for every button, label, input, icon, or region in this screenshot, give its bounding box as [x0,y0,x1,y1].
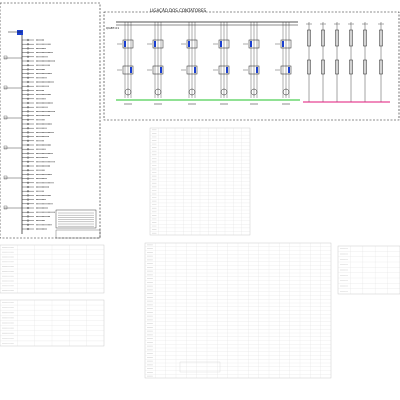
feeder-row [22,118,45,121]
ground-note-table [55,229,101,239]
feeder-row [22,97,46,100]
contactor-column [275,22,292,105]
contactor-diagram: LIGAÇÃO DOS CONTATORES QGBT-01 [103,8,400,121]
coil-column [306,22,312,102]
resumo-de-cargas [337,245,400,295]
feeder-row [22,93,51,96]
feeder-row [22,122,52,126]
contactor-column [213,22,230,105]
feeder-row [22,89,44,92]
feeder-row [22,38,44,42]
branch-box [3,175,8,180]
contactor-column [147,22,164,105]
feeder-row [22,211,55,214]
branch-box [3,55,8,60]
feeder-row [22,43,51,46]
feeder-row [22,110,55,113]
relay-indicator [226,67,228,73]
contactor-coil [220,41,222,47]
branch-box [3,85,8,90]
relay-indicator [194,67,196,73]
feeder-row [22,219,45,222]
feeder-row [22,64,50,67]
feeder-row [22,80,54,84]
feeder-row [22,181,54,184]
feeder-row [22,106,48,109]
feeder-row [22,215,50,218]
quadro-de-cargas-4 [144,242,332,379]
feeder-row [22,190,44,193]
feeder-row [22,72,52,75]
coil-column [362,22,368,102]
feeder-row [22,202,53,205]
contactor-column [243,22,260,105]
feeder-row [22,143,51,147]
relay-indicator [288,67,290,73]
quadro-de-cargas-2 [0,244,105,294]
contactor-coil [250,41,252,47]
feeder-row [22,114,50,117]
feeder-row [22,164,50,168]
relay-indicator [256,67,258,73]
feeder-row [22,76,47,79]
quadro-de-cargas-1 [149,127,251,236]
contactor-coil [124,41,126,47]
contactor-column [117,22,134,105]
diagram-title: LIGAÇÃO DOS CONTATORES [150,8,206,13]
feeder-row [22,156,48,159]
feeder-row [22,185,49,189]
feeder-row [22,47,46,50]
feeder-row [22,169,45,172]
feeder-row [22,55,48,58]
feeder-row [22,139,44,142]
relay-indicator [160,67,162,73]
feeder-row [22,131,54,134]
feeder-row [22,198,46,201]
coil-column [334,22,340,102]
electrical-drawing-sheet: LIGAÇÃO DOS CONTATORES QGBT-01 [0,2,400,379]
coil-column [348,22,354,102]
feeder-row [22,206,48,210]
branch-box [3,145,8,150]
feeder-row [22,85,49,88]
faded-load-tables [0,127,400,379]
feeder-row [22,135,49,138]
coil-column [378,22,384,102]
contactor-coil [154,41,156,47]
feeder-row [22,152,53,155]
feeder-row [22,194,51,197]
single-line-diagram [0,2,101,239]
relay-indicator [130,67,132,73]
feeder-row [22,127,47,130]
feeder-row [22,160,55,163]
contactor-coil [188,41,190,47]
feeder-row [22,223,52,226]
quadro-de-cargas-3 [0,299,105,347]
legend-box [55,209,97,229]
contactor-column [181,22,198,105]
main-breaker-icon [17,30,23,35]
feeder-row [22,177,47,180]
feeder-row [22,148,46,151]
feeder-row [22,51,53,54]
feeder-row [22,101,53,105]
feeder-row [22,68,45,71]
feeder-row [22,59,55,63]
coil-column [320,22,326,102]
feeder-row [22,227,47,231]
branch-box [3,205,8,210]
feeder-row [22,173,52,176]
panel-label: QGBT-01 [106,26,119,30]
contactor-coil [282,41,284,47]
branch-box [3,115,8,120]
